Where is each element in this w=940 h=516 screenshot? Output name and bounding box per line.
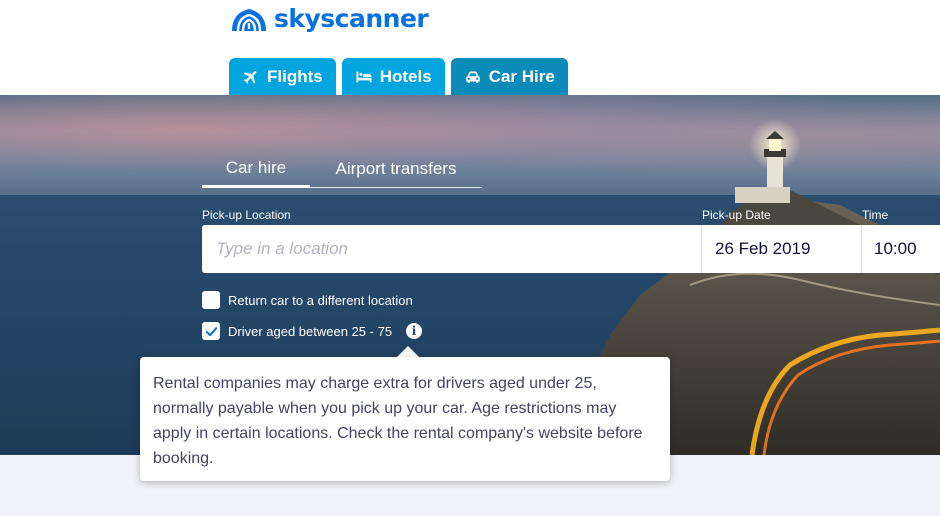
tooltip-arrow xyxy=(397,346,419,357)
tab-flights[interactable]: Flights xyxy=(229,58,336,95)
skyscanner-sunrise-icon xyxy=(232,9,266,32)
return-different-checkbox[interactable] xyxy=(202,291,220,309)
tab-car-hire-label: Car Hire xyxy=(488,66,555,86)
brand-name: skyscanner xyxy=(274,3,429,33)
driver-age-tooltip: Rental companies may charge extra for dr… xyxy=(140,357,670,481)
pickup-date-label: Pick-up Date xyxy=(702,208,771,222)
pickup-date-field[interactable]: 26 Feb 2019 xyxy=(702,225,862,273)
driver-age-label: Driver aged between 25 - 75 xyxy=(228,323,393,339)
search-fields: 26 Feb 2019 10:00 xyxy=(202,225,940,273)
search-subtabs: Car hire Airport transfers xyxy=(202,150,482,188)
return-different-row: Return car to a different location xyxy=(202,291,413,309)
plane-icon xyxy=(243,70,257,84)
tab-car-hire[interactable]: Car Hire xyxy=(450,58,568,95)
pickup-location-input[interactable] xyxy=(202,225,702,273)
car-icon xyxy=(465,71,480,83)
time-label: Time xyxy=(862,208,889,222)
pickup-location-label: Pick-up Location xyxy=(202,208,291,222)
return-different-label: Return car to a different location xyxy=(228,292,413,308)
checkmark-icon xyxy=(205,326,217,336)
tab-flights-label: Flights xyxy=(267,66,323,86)
driver-age-row: Driver aged between 25 - 75 i xyxy=(202,322,423,340)
tab-hotels[interactable]: Hotels xyxy=(341,58,445,95)
subtab-airport-transfers[interactable]: Airport transfers xyxy=(310,150,482,188)
tab-hotels-label: Hotels xyxy=(379,66,432,86)
tooltip-text: Rental companies may charge extra for dr… xyxy=(153,375,643,467)
skyscanner-logo[interactable]: skyscanner xyxy=(228,2,429,34)
time-field[interactable]: 10:00 xyxy=(862,225,940,273)
main-tabs: Flights Hotels Car Hire xyxy=(229,58,568,95)
site-header: skyscanner Flights Hotels Car Hire xyxy=(0,0,940,95)
driver-age-checkbox[interactable] xyxy=(202,322,220,340)
info-icon[interactable]: i xyxy=(406,323,423,339)
bed-icon xyxy=(356,71,372,82)
subtab-car-hire[interactable]: Car hire xyxy=(202,150,310,188)
